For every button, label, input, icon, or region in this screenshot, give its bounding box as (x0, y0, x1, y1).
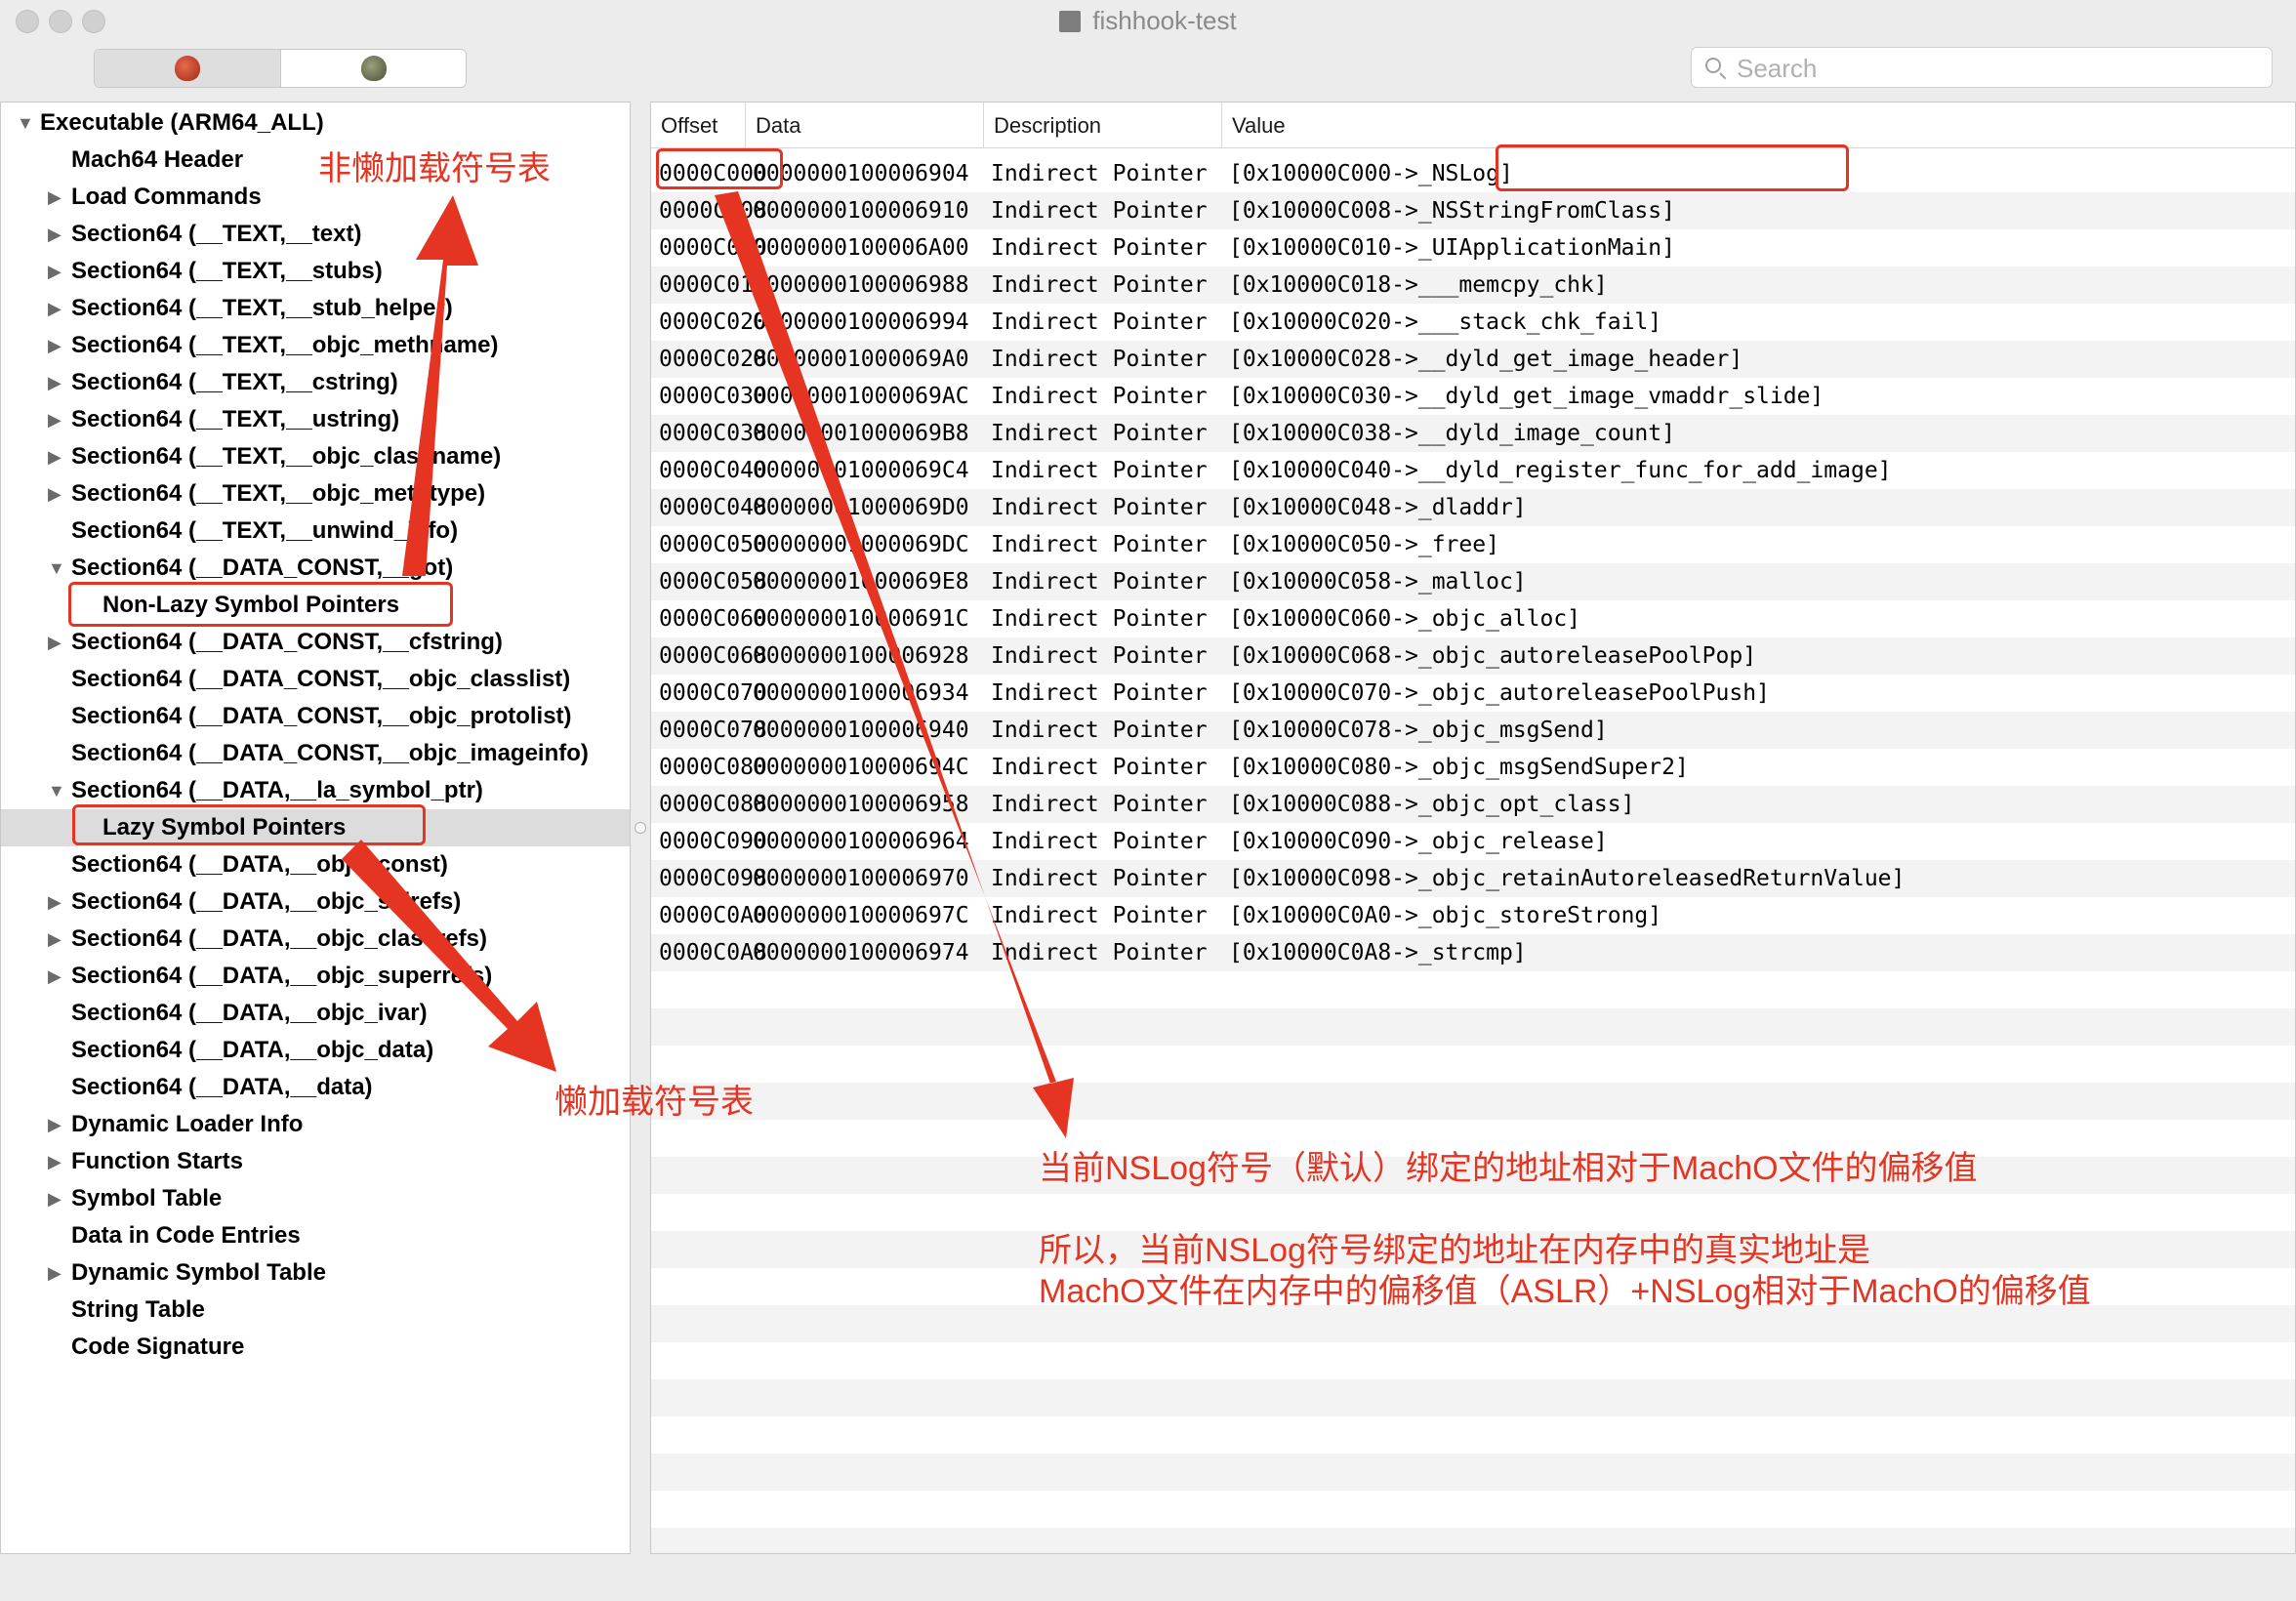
annotation-arrows (342, 191, 1074, 1138)
annotation-lazy-label: 懒加载符号表 (554, 1084, 754, 1121)
arrow-to-lazy (342, 840, 556, 1072)
annotation-note-line-3: MachO文件在内存中的偏移值（ASLR）+NSLog相对于MachO的偏移值 (1039, 1273, 2091, 1310)
annotation-note-line-1: 当前NSLog符号（默认）绑定的地址相对于MachO文件的偏移值 (1039, 1150, 1978, 1187)
annotation-note-line-2: 所以，当前NSLog符号绑定的地址在内存中的真实地址是 (1039, 1232, 1870, 1269)
arrow-to-non-lazy (402, 195, 478, 576)
annotation-non-lazy-label: 非懒加载符号表 (318, 150, 551, 187)
app-window: fishhook-test Search ▼ Executable (ARM64_… (0, 0, 2296, 1601)
arrow-to-note (715, 191, 1074, 1138)
